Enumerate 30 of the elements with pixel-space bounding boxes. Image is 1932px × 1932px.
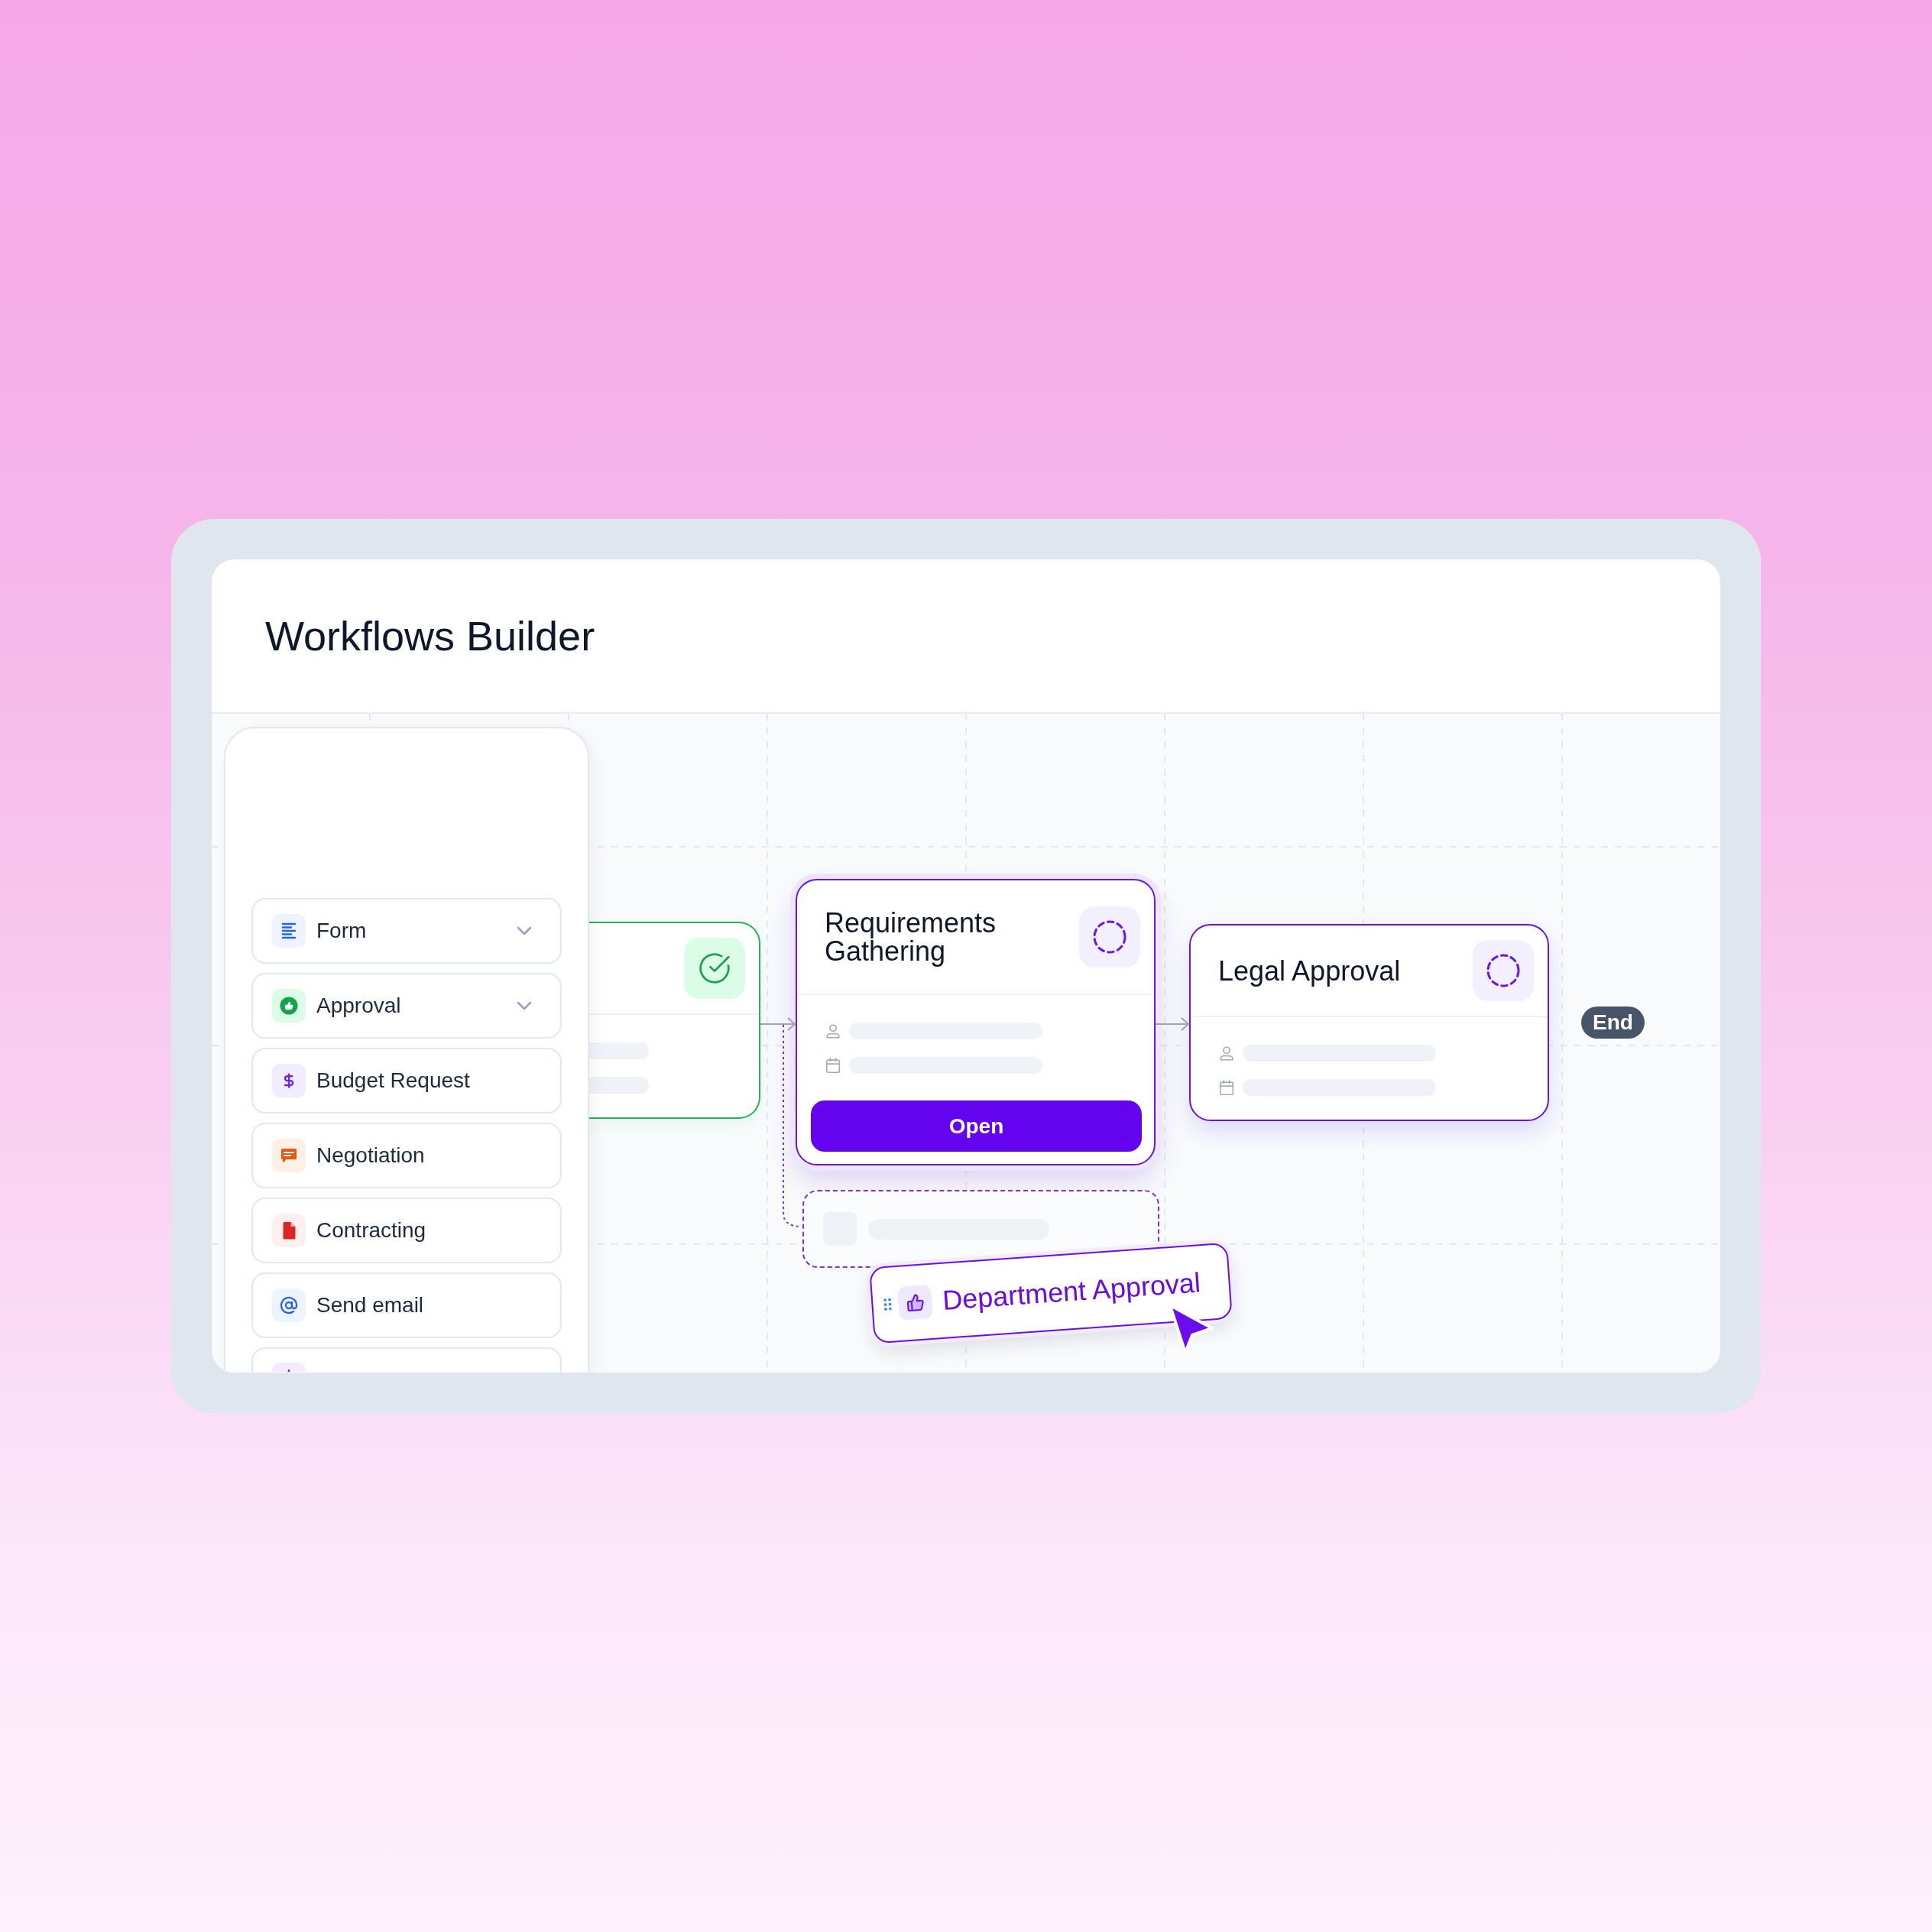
workflow-node[interactable] bbox=[589, 922, 760, 1119]
chevron-down-icon bbox=[516, 925, 533, 936]
end-node: End bbox=[1581, 1007, 1645, 1039]
chevron-down-icon bbox=[516, 1000, 533, 1011]
thumbs-up-icon bbox=[272, 989, 306, 1023]
palette-item[interactable]: Contracting bbox=[251, 1198, 562, 1263]
workflow-node[interactable]: Legal Approval bbox=[1189, 924, 1549, 1121]
chat-bubble-icon bbox=[272, 1139, 306, 1172]
palette-item[interactable]: Send email bbox=[251, 1272, 562, 1338]
palette-item[interactable]: Approval bbox=[251, 973, 562, 1039]
at-sign-icon bbox=[272, 1289, 306, 1322]
thumbs-up-icon bbox=[896, 1284, 933, 1321]
document-icon bbox=[272, 1214, 306, 1247]
partial-icon bbox=[272, 1363, 306, 1372]
node-title: Requirements Gathering bbox=[825, 909, 997, 965]
person-icon bbox=[1218, 1045, 1235, 1062]
connector-arrow bbox=[1156, 1017, 1189, 1031]
person-icon bbox=[825, 1023, 841, 1039]
calendar-icon bbox=[825, 1057, 841, 1074]
page-title: Workflows Builder bbox=[265, 611, 595, 660]
connector-arrow bbox=[760, 1017, 796, 1031]
palette-item[interactable]: Negotiation bbox=[251, 1123, 562, 1188]
palette-item[interactable]: Form bbox=[251, 898, 562, 964]
palette-item[interactable]: Budget Request bbox=[251, 1048, 562, 1113]
drag-handle-icon bbox=[883, 1298, 893, 1311]
dollar-icon bbox=[272, 1064, 306, 1097]
open-button[interactable]: Open bbox=[811, 1101, 1142, 1152]
node-title: Legal Approval bbox=[1218, 956, 1402, 985]
text-lines-icon bbox=[272, 914, 306, 948]
calendar-icon bbox=[1218, 1079, 1235, 1096]
